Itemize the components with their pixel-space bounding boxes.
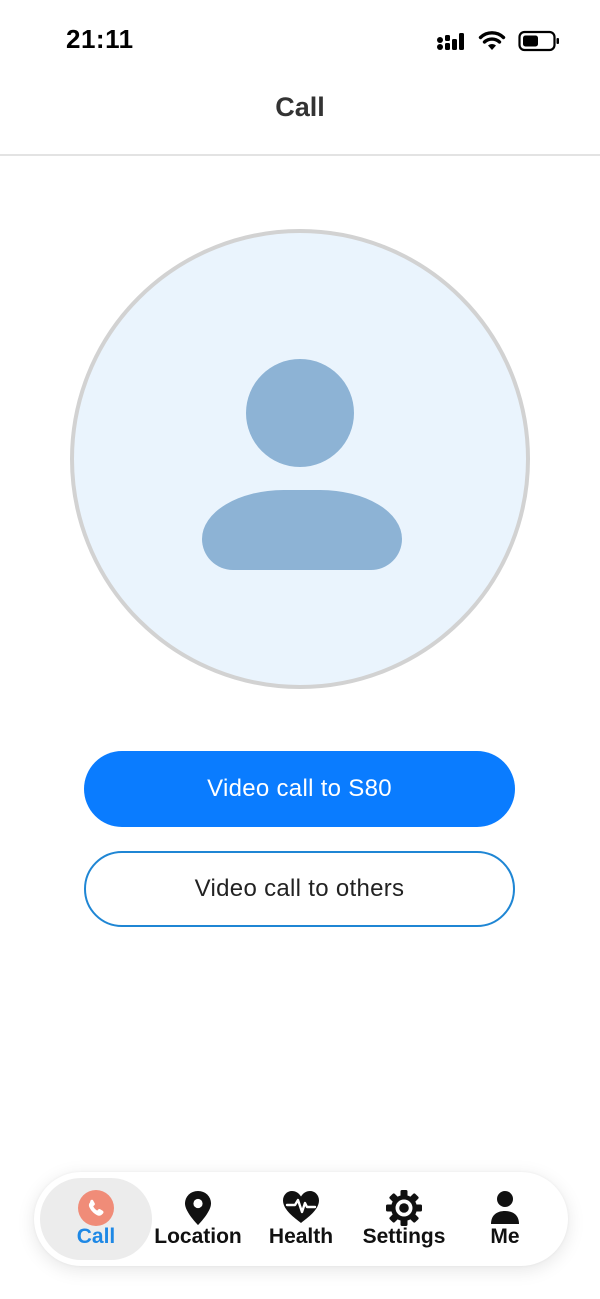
person-icon-body [202,490,402,570]
nav-item-health[interactable]: Health [252,1172,350,1266]
status-time: 21:11 [66,24,134,54]
nav-label-health: Health [268,1225,334,1248]
nav-label-me: Me [490,1225,520,1248]
signal-icon [436,31,466,51]
video-call-others-button[interactable]: Video call to others [84,851,515,927]
nav-item-settings[interactable]: Settings [354,1172,454,1266]
location-pin-icon [178,1188,218,1228]
bottom-nav: Call Location Health Settings Me [34,1172,568,1266]
page-header: Call [0,80,600,156]
gear-icon [384,1188,424,1228]
video-call-device-button[interactable]: Video call to S80 [84,751,515,827]
nav-label-settings: Settings [362,1225,446,1248]
wifi-icon [478,30,506,52]
page-title: Call [275,92,325,122]
nav-item-call[interactable]: Call [40,1172,152,1266]
heart-pulse-icon [281,1188,321,1228]
nav-label-call: Call [76,1225,116,1248]
nav-item-me[interactable]: Me [462,1172,548,1266]
person-icon-head [246,359,354,467]
avatar [70,229,530,689]
nav-item-location[interactable]: Location [148,1172,248,1266]
status-icons [436,27,560,55]
nav-label-location: Location [154,1225,242,1248]
status-bar: 21:11 [0,0,600,80]
battery-icon [518,30,560,52]
phone-icon [76,1188,116,1228]
user-icon [485,1188,525,1228]
app-screen: 21:11 Call Video call to S80 Video call … [0,0,600,1299]
